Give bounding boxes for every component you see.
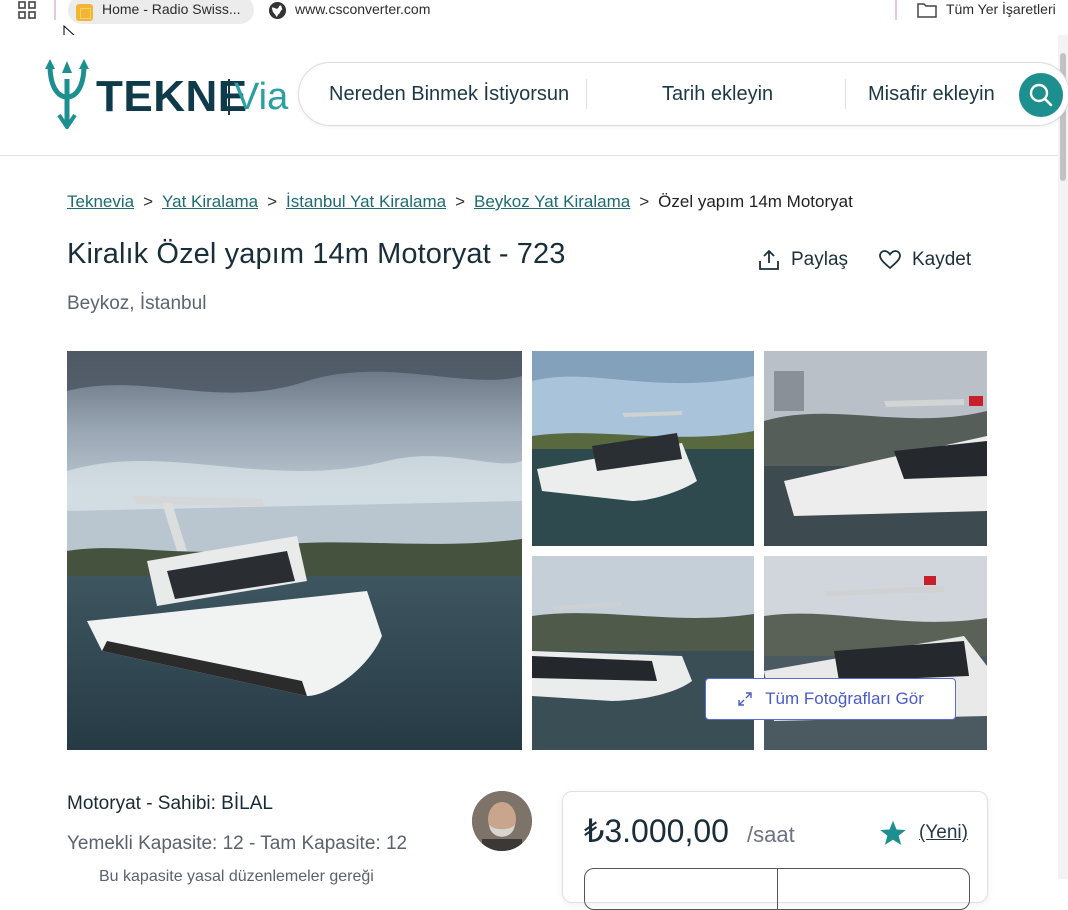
where-field[interactable]: Nereden Binmek İstiyorsun [329,63,569,125]
share-label: Paylaş [791,249,849,270]
search-bar: Nereden Binmek İstiyorsun Tarih ekleyin … [298,62,1068,126]
bookmark-radio-swiss[interactable]: Home - Radio Swiss... [68,0,254,24]
logo-text-via: Via [234,76,289,118]
share-button[interactable]: Paylaş [757,246,848,274]
boat-photo-3 [764,351,987,546]
bookmarks-bar: Home - Radio Swiss... www.csconverter.co… [0,0,1068,24]
breadcrumb-link-istanbul[interactable]: İstanbul Yat Kiralama [286,192,446,211]
new-listing-badge[interactable]: (Yeni) [919,822,968,844]
bookmark-csconverter[interactable]: www.csconverter.com [295,1,430,17]
bookmark-separator [895,0,897,20]
heart-icon [879,250,901,270]
site-header: TEKNE Via Nereden Binmek İstiyorsun Tari… [0,35,1068,156]
all-bookmarks-link[interactable]: Tüm Yer İşaretleri [946,1,1056,17]
boat-owner: Motoryat - Sahibi: BİLAL [67,793,273,814]
gallery-photo-3[interactable] [764,351,987,546]
expand-icon [738,692,752,706]
capacity-note: Bu kapasite yasal düzenlemeler gereği [99,868,374,885]
logo-text-tekne: TEKNE [96,72,248,121]
boat-photo-main [67,351,522,750]
bookmark-label: Home - Radio Swiss... [102,1,241,17]
logo-divider [228,79,230,115]
booking-date-inputs[interactable] [584,868,970,910]
page-scrollbar[interactable] [1058,35,1068,879]
price-unit: /saat [747,822,795,847]
teknevia-logo[interactable]: TEKNE Via [44,57,304,129]
gallery-photo-4[interactable] [532,556,754,750]
share-icon [759,249,779,270]
breadcrumb-link-yat-kiralama[interactable]: Yat Kiralama [162,192,258,211]
breadcrumb-separator: > [455,192,465,211]
search-button[interactable] [1019,73,1063,117]
breadcrumb-current: Özel yapım 14m Motoryat [658,192,853,211]
breadcrumb: Teknevia > Yat Kiralama > İstanbul Yat Kiral… [67,192,853,212]
boat-capacity: Yemekli Kapasite: 12 - Tam Kapasite: 12 [67,833,408,854]
guests-field[interactable]: Misafir ekleyin [868,63,995,125]
all-photos-button[interactable]: Tüm Fotoğrafları Gör [705,678,956,720]
breadcrumb-separator: > [143,192,154,211]
boat-photo-2 [532,351,754,546]
trident-logo-icon [45,59,89,129]
apps-grid-icon[interactable] [18,1,38,19]
breadcrumb-separator: > [639,192,650,211]
boat-photo-5 [764,556,987,750]
search-icon [1029,83,1053,107]
page-title: Kiralık Özel yapım 14m Motoryat - 723 [67,238,566,270]
globe-icon [268,1,287,20]
boat-photo-4 [532,556,754,750]
booking-card: ₺3.000,00 /saat (Yeni) [562,791,988,910]
breadcrumb-link-beykoz[interactable]: Beykoz Yat Kiralama [474,192,630,211]
hourly-price: ₺3.000,00 [584,813,729,849]
date-field[interactable]: Tarih ekleyin [662,63,773,125]
breadcrumb-link-teknevia[interactable]: Teknevia [67,192,134,211]
folder-icon [917,3,937,18]
all-photos-label: Tüm Fotoğrafları Gör [765,689,924,708]
main-photo[interactable] [67,351,522,750]
owner-photo [472,791,532,851]
save-button[interactable]: Kaydet [878,246,971,274]
search-divider [586,79,587,109]
save-label: Kaydet [912,249,972,270]
star-icon [880,820,906,845]
listing-location: Beykoz, İstanbul [67,293,207,314]
gallery-photo-5[interactable] [764,556,987,750]
gallery-photo-2[interactable] [532,351,754,546]
bookmark-separator [54,0,56,20]
breadcrumb-separator: > [267,192,278,211]
owner-avatar[interactable] [472,791,532,851]
radio-swiss-favicon-icon [76,4,93,21]
search-divider [845,79,846,109]
